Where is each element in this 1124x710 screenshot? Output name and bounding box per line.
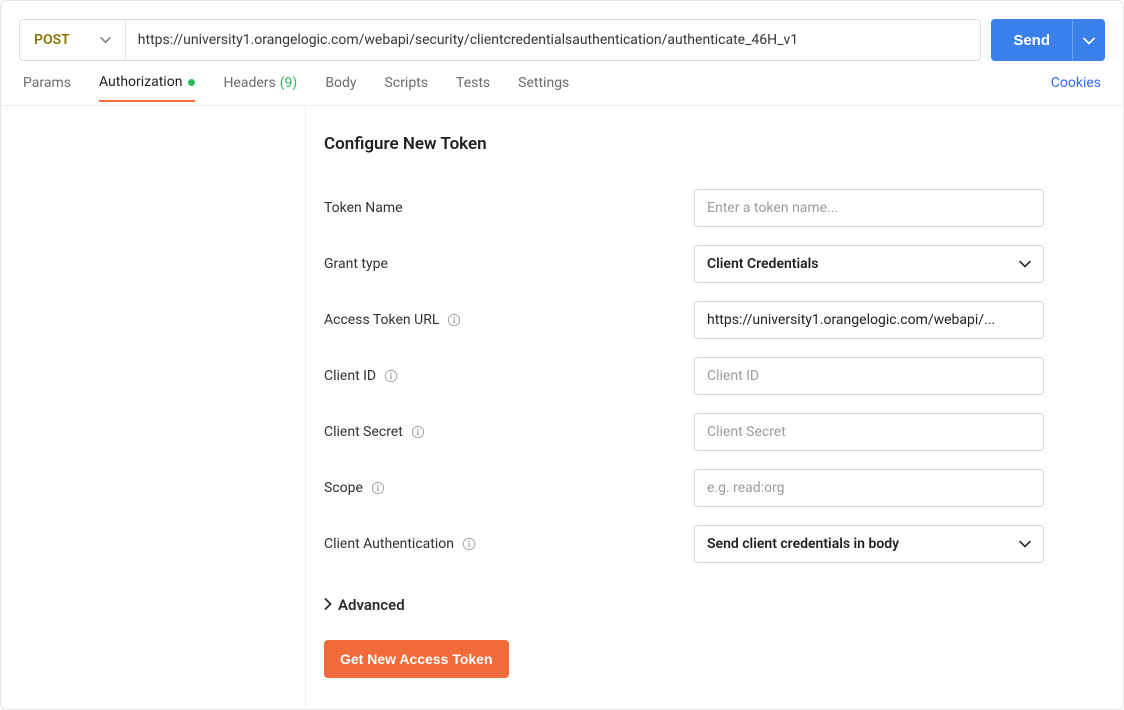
label-scope: Scope bbox=[324, 480, 694, 496]
chevron-right-icon bbox=[324, 596, 332, 614]
tab-params[interactable]: Params bbox=[23, 75, 71, 101]
status-dot-icon bbox=[188, 79, 195, 86]
chevron-down-icon bbox=[1083, 33, 1095, 48]
row-access-token-url: Access Token URL https://university1.ora… bbox=[324, 292, 1105, 348]
get-new-access-token-button[interactable]: Get New Access Token bbox=[324, 640, 509, 678]
auth-right-pane: Configure New Token Token Name Enter a t… bbox=[306, 106, 1123, 709]
label-client-id: Client ID bbox=[324, 368, 694, 384]
select-client-authentication[interactable]: Send client credentials in body bbox=[694, 525, 1044, 563]
tab-body[interactable]: Body bbox=[325, 75, 356, 101]
info-icon bbox=[447, 313, 461, 327]
url-text: https://university1.orangelogic.com/weba… bbox=[138, 32, 798, 48]
tab-tests[interactable]: Tests bbox=[456, 75, 490, 101]
method-select[interactable]: POST bbox=[20, 20, 126, 60]
tab-authorization[interactable]: Authorization bbox=[99, 74, 195, 102]
cookies-link[interactable]: Cookies bbox=[1051, 75, 1101, 101]
row-client-secret: Client Secret Client Secret bbox=[324, 404, 1105, 460]
chevron-down-icon bbox=[100, 37, 111, 44]
label-client-authentication: Client Authentication bbox=[324, 536, 694, 552]
tab-headers[interactable]: Headers (9) bbox=[223, 75, 297, 101]
request-bar: POST https://university1.orangelogic.com… bbox=[1, 1, 1123, 61]
input-client-id[interactable]: Client ID bbox=[694, 357, 1044, 395]
body-area: Configure New Token Token Name Enter a t… bbox=[1, 105, 1123, 709]
chevron-down-icon bbox=[1019, 536, 1031, 552]
tab-scripts[interactable]: Scripts bbox=[385, 75, 428, 101]
label-access-token-url: Access Token URL bbox=[324, 312, 694, 328]
url-input[interactable]: https://university1.orangelogic.com/weba… bbox=[126, 20, 981, 60]
input-client-secret[interactable]: Client Secret bbox=[694, 413, 1044, 451]
send-button-group: Send bbox=[991, 19, 1105, 61]
method-label: POST bbox=[34, 32, 70, 48]
label-client-secret: Client Secret bbox=[324, 424, 694, 440]
input-token-name[interactable]: Enter a token name... bbox=[694, 189, 1044, 227]
method-url-group: POST https://university1.orangelogic.com… bbox=[19, 19, 981, 61]
info-icon bbox=[462, 537, 476, 551]
select-grant-type[interactable]: Client Credentials bbox=[694, 245, 1044, 283]
row-grant-type: Grant type Client Credentials bbox=[324, 236, 1105, 292]
input-access-token-url[interactable]: https://university1.orangelogic.com/weba… bbox=[694, 301, 1044, 339]
send-dropdown-button[interactable] bbox=[1072, 19, 1105, 61]
chevron-down-icon bbox=[1019, 256, 1031, 272]
app-window: POST https://university1.orangelogic.com… bbox=[0, 0, 1124, 710]
section-title: Configure New Token bbox=[324, 134, 1105, 154]
info-icon bbox=[411, 425, 425, 439]
headers-count: (9) bbox=[280, 75, 298, 91]
advanced-toggle[interactable]: Advanced bbox=[324, 596, 1105, 614]
auth-left-pane bbox=[1, 106, 306, 709]
info-icon bbox=[384, 369, 398, 383]
tab-settings[interactable]: Settings bbox=[518, 75, 569, 101]
label-token-name: Token Name bbox=[324, 200, 694, 216]
row-client-id: Client ID Client ID bbox=[324, 348, 1105, 404]
row-client-authentication: Client Authentication Send client creden… bbox=[324, 516, 1105, 572]
row-scope: Scope e.g. read:org bbox=[324, 460, 1105, 516]
label-grant-type: Grant type bbox=[324, 256, 694, 272]
input-scope[interactable]: e.g. read:org bbox=[694, 469, 1044, 507]
request-tabs: Params Authorization Headers (9) Body Sc… bbox=[1, 61, 1123, 105]
info-icon bbox=[371, 481, 385, 495]
send-button[interactable]: Send bbox=[991, 19, 1072, 61]
row-token-name: Token Name Enter a token name... bbox=[324, 180, 1105, 236]
